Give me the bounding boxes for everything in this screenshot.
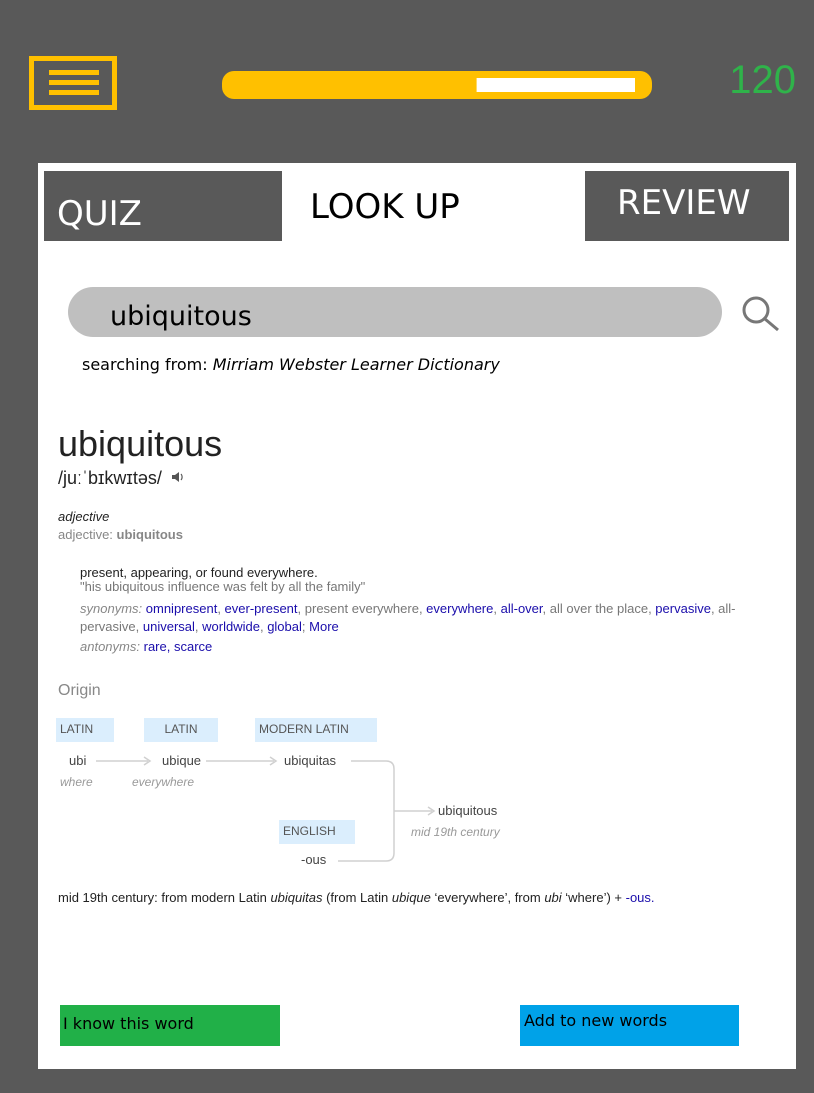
progress-bar [222, 71, 652, 99]
main-panel: QUIZ LOOK UP REVIEW searching from: Mirr… [38, 163, 796, 1069]
score-counter: 120 [729, 58, 796, 102]
progress-remaining [476, 78, 635, 92]
menu-line [49, 90, 99, 95]
add-to-new-words-button[interactable]: Add to new words [520, 1005, 739, 1046]
etymology-text: mid 19th century: from modern Latin ubiq… [58, 890, 655, 905]
etymology-link-ous[interactable]: -ous. [626, 890, 655, 905]
origin-connectors [96, 756, 436, 862]
menu-line [49, 80, 99, 85]
menu-line [49, 70, 99, 75]
know-word-button[interactable]: I know this word [60, 1005, 280, 1046]
menu-button[interactable] [29, 56, 117, 110]
